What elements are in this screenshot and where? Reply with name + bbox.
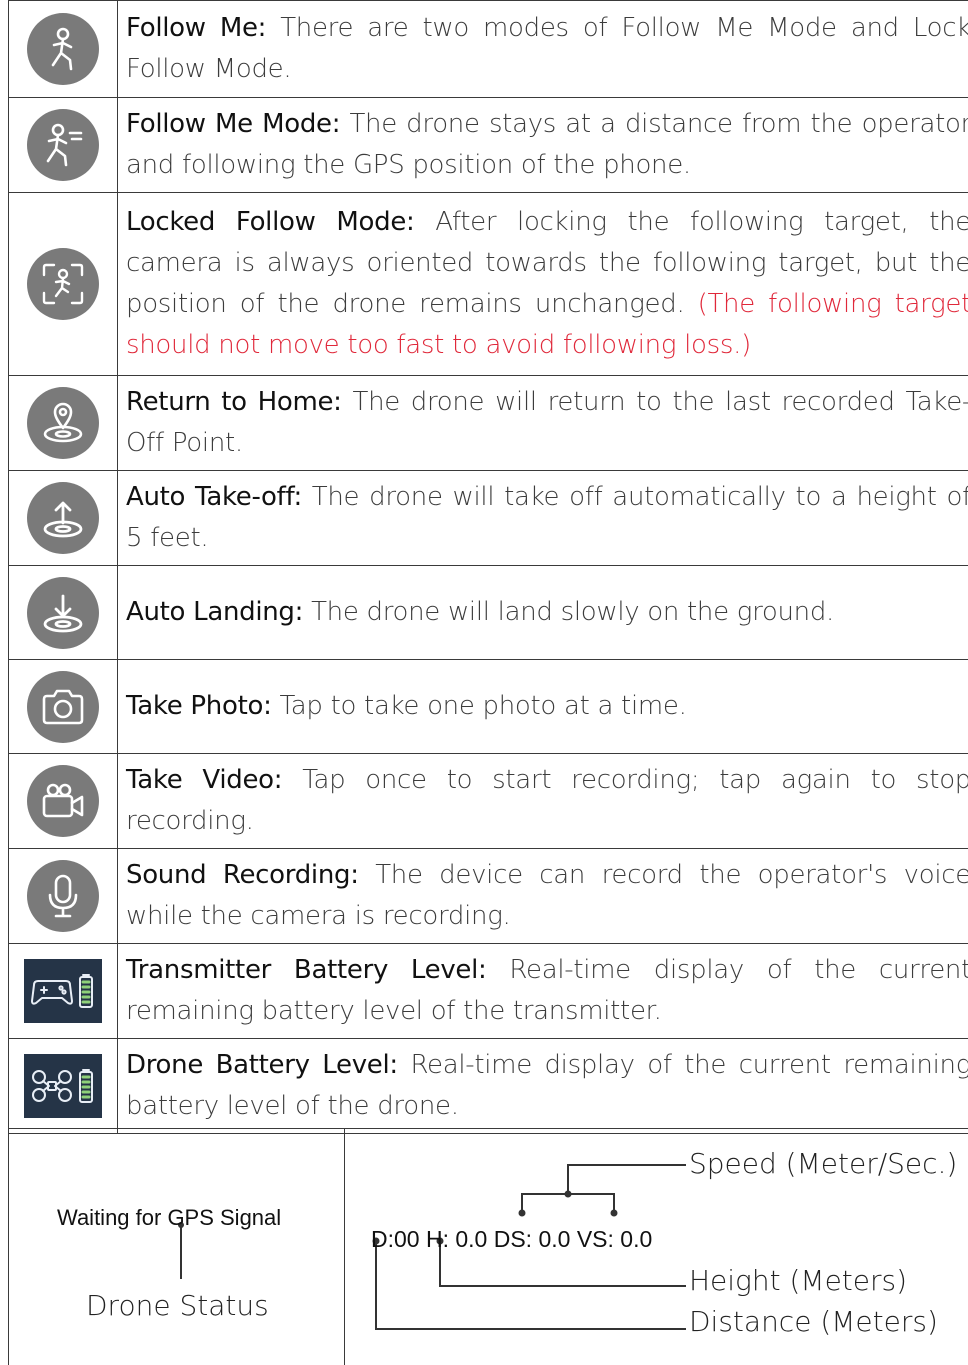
video-camera-icon	[27, 765, 99, 837]
transmitter-battery-icon	[24, 959, 102, 1023]
feature-description: Auto Take-off: The drone will take off a…	[118, 471, 968, 566]
table-row: Locked Follow Mode: After locking the fo…	[9, 193, 968, 376]
table-row: Take Video: Tap once to start recording;…	[9, 754, 968, 849]
telemetry-readout: D:00 H: 0.0 DS: 0.0 VS: 0.0	[371, 1226, 652, 1253]
follow-me-mode-icon	[27, 109, 99, 181]
feature-term: Return to Home:	[126, 387, 342, 417]
feature-table: Follow Me: There are two modes of Follow…	[8, 0, 968, 1134]
feature-description: Sound Recording: The device can record t…	[118, 849, 968, 944]
feature-description: Take Photo: Tap to take one photo at a t…	[118, 660, 968, 754]
feature-term: Drone Battery Level:	[126, 1050, 398, 1080]
table-row: Drone Battery Level: Real-time display o…	[9, 1039, 968, 1134]
feature-description: Follow Me Mode: The drone stays at a dis…	[118, 98, 968, 193]
drone-battery-icon	[24, 1054, 102, 1118]
feature-description: Drone Battery Level: Real-time display o…	[118, 1039, 968, 1134]
feature-description: Return to Home: The drone will return to…	[118, 376, 968, 471]
feature-term: Auto Take-off:	[126, 482, 302, 512]
feature-text: The drone will land slowly on the ground…	[311, 597, 834, 627]
feature-term: Transmitter Battery Level:	[126, 955, 487, 985]
table-row: Transmitter Battery Level: Real-time dis…	[9, 944, 968, 1039]
table-row: Return to Home: The drone will return to…	[9, 376, 968, 471]
table-row: Auto Take-off: The drone will take off a…	[9, 471, 968, 566]
follow-me-icon	[27, 13, 99, 85]
locked-follow-icon	[27, 248, 99, 320]
table-row: Follow Me Mode: The drone stays at a dis…	[9, 98, 968, 193]
height-callout: Height (Meters)	[689, 1264, 907, 1297]
drone-status-label: Drone Status	[86, 1289, 269, 1322]
table-row: Follow Me: There are two modes of Follow…	[9, 1, 968, 98]
table-row: Sound Recording: The device can record t…	[9, 849, 968, 944]
feature-term: Locked Follow Mode:	[126, 207, 415, 237]
gps-status-text: Waiting for GPS Signal	[57, 1205, 281, 1231]
table-row: Take Photo: Tap to take one photo at a t…	[9, 660, 968, 754]
camera-icon	[27, 671, 99, 743]
feature-term: Take Photo:	[126, 691, 272, 721]
microphone-icon	[27, 860, 99, 932]
distance-callout: Distance (Meters)	[689, 1305, 938, 1338]
feature-term: Follow Me:	[126, 13, 266, 43]
status-panel: Waiting for GPS Signal Drone Status D:00…	[8, 1128, 968, 1365]
feature-description: Take Video: Tap once to start recording;…	[118, 754, 968, 849]
feature-description: Transmitter Battery Level: Real-time dis…	[118, 944, 968, 1039]
feature-term: Auto Landing:	[126, 597, 303, 627]
feature-description: Follow Me: There are two modes of Follow…	[118, 1, 968, 98]
auto-landing-icon	[27, 577, 99, 649]
feature-term: Sound Recording:	[126, 860, 359, 890]
auto-takeoff-icon	[27, 482, 99, 554]
return-home-icon	[27, 387, 99, 459]
feature-term: Follow Me Mode:	[126, 109, 340, 139]
table-row: Auto Landing: The drone will land slowly…	[9, 566, 968, 660]
feature-description: Auto Landing: The drone will land slowly…	[118, 566, 968, 660]
speed-callout: Speed (Meter/Sec.)	[689, 1147, 957, 1180]
feature-term: Take Video:	[126, 765, 282, 795]
feature-description: Locked Follow Mode: After locking the fo…	[118, 193, 968, 376]
feature-text: Tap to take one photo at a time.	[280, 691, 687, 721]
